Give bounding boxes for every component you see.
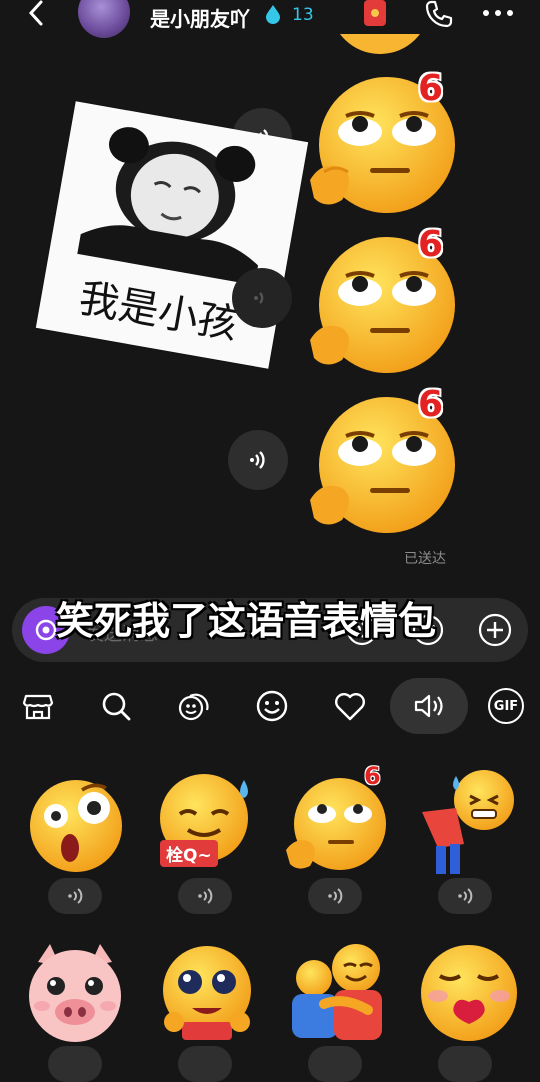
- red-packet-icon[interactable]: [364, 0, 386, 26]
- tab-emoji[interactable]: [244, 678, 300, 734]
- sticker-play-button[interactable]: [48, 1046, 102, 1082]
- store-icon: [22, 694, 54, 720]
- sticker-play-button[interactable]: [438, 878, 492, 914]
- plus-icon[interactable]: [477, 612, 513, 648]
- flame-drop-icon: [265, 4, 281, 24]
- smiley-icon: [256, 690, 288, 722]
- surprised-face-icon: [30, 780, 122, 872]
- sticker-play-button[interactable]: [308, 878, 362, 914]
- delivered-status: 已送达: [404, 551, 446, 567]
- sticker-pig-face[interactable]: [20, 938, 130, 1048]
- kiss-face-icon: [421, 945, 517, 1041]
- bowing-face-icon: [422, 770, 514, 874]
- search-icon: [102, 692, 131, 721]
- tab-sticker-pack[interactable]: [166, 678, 222, 734]
- tab-favorites[interactable]: [322, 678, 378, 734]
- pig-face-icon: [29, 944, 121, 1042]
- meme-image[interactable]: 我是小孩: [35, 101, 309, 369]
- sticker-label: 栓Q~: [160, 840, 218, 867]
- hug-faces-icon: [292, 944, 382, 1040]
- sticker-badge: 6: [418, 68, 444, 109]
- sticker-play-button[interactable]: [48, 878, 102, 914]
- sticker-play-button[interactable]: [178, 878, 232, 914]
- voice-sticker-icon: [414, 694, 443, 718]
- voice-play-button[interactable]: [232, 268, 292, 328]
- sticker-bowing-sweat-face[interactable]: [412, 768, 522, 878]
- video-caption-overlay: 笑死我了这语音表情包: [56, 599, 437, 643]
- sticker-play-button[interactable]: [308, 1046, 362, 1082]
- message-sticker-partial[interactable]: [330, 34, 430, 56]
- voice-play-button[interactable]: [228, 430, 288, 490]
- back-icon[interactable]: [24, 0, 48, 33]
- gif-label: GIF: [493, 698, 519, 714]
- sticker-pack-icon: [178, 693, 209, 721]
- tab-search[interactable]: [88, 678, 144, 734]
- gif-icon: GIF: [488, 688, 524, 724]
- sticker-badge: 6: [418, 224, 444, 265]
- tab-voice-stickers[interactable]: [390, 678, 468, 734]
- camera-icon: [35, 619, 57, 641]
- more-dots-icon[interactable]: [480, 0, 516, 35]
- sticker-badge: 6: [418, 384, 444, 425]
- sticker-shy-sweat-face[interactable]: 栓Q~: [152, 768, 262, 878]
- tab-gif[interactable]: GIF: [478, 678, 534, 734]
- pleading-face-icon: [163, 946, 251, 1040]
- streak-count: 13: [292, 5, 314, 25]
- tab-store[interactable]: [10, 678, 66, 734]
- sticker-kiss-face[interactable]: [414, 938, 524, 1048]
- contact-name[interactable]: 是小朋友吖: [150, 3, 250, 32]
- sticker-play-button[interactable]: [178, 1046, 232, 1082]
- phone-icon[interactable]: [422, 0, 454, 30]
- sticker-hug-faces[interactable]: [284, 938, 394, 1048]
- sticker-pleading-face[interactable]: [152, 938, 262, 1048]
- heart-icon: [335, 693, 365, 721]
- sticker-surprised-face[interactable]: [22, 768, 132, 878]
- sticker-badge: 6: [364, 762, 381, 790]
- sticker-eye-roll-six-face[interactable]: 6: [282, 762, 392, 878]
- sticker-play-button[interactable]: [438, 1046, 492, 1082]
